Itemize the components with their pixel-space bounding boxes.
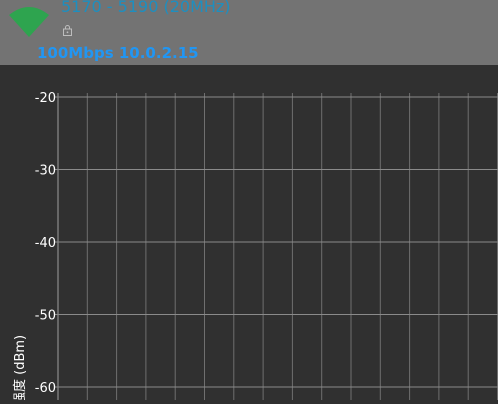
y-axis-label: 强度 (dBm) xyxy=(12,335,28,400)
y-tick-label: -40 xyxy=(35,236,56,251)
lock-icon xyxy=(63,25,72,36)
signal-strength-chart: -20 -30 -40 -50 -60 强度 (dBm) xyxy=(12,91,498,404)
wifi-signal-icon xyxy=(9,7,49,37)
signal-chart: -20 -30 -40 -50 -60 强度 (dBm) xyxy=(0,65,498,404)
frequency-label: 5170 - 5190 (20MHz) xyxy=(61,0,231,16)
y-tick-label: -60 xyxy=(35,381,56,396)
y-tick-label: -20 xyxy=(35,91,56,106)
speed-ip-label: 100Mbps 10.0.2.15 xyxy=(37,44,199,62)
y-tick-label: -50 xyxy=(35,309,56,324)
y-tick-label: -30 xyxy=(35,164,56,179)
network-header: 5170 - 5190 (20MHz) 100Mbps 10.0.2.15 xyxy=(0,0,498,65)
